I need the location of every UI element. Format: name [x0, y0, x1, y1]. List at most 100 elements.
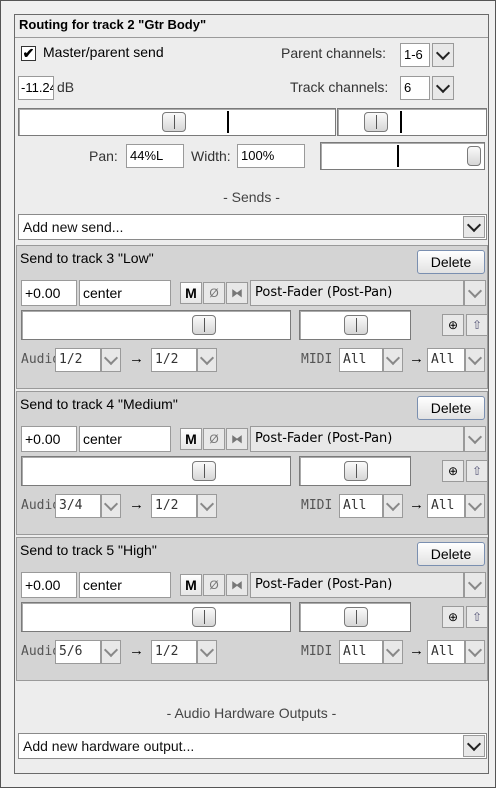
parent-channels-dropdown-icon[interactable] — [432, 43, 454, 67]
delete-send-button[interactable]: Delete — [417, 250, 485, 274]
send-volume-input[interactable]: +0.00 — [21, 280, 77, 306]
send-pan-knob[interactable] — [344, 315, 368, 335]
send-mode-select[interactable]: Post-Fader (Post-Pan) — [250, 280, 464, 306]
send-envelope-icon[interactable]: ⊕ — [442, 314, 464, 336]
send-pan-knob[interactable] — [344, 461, 368, 481]
send-mode-chevron-icon[interactable] — [464, 280, 486, 306]
midi-arrow-icon: → — [409, 496, 424, 513]
send-title: Send to track 3 "Low" — [20, 250, 154, 266]
master-send-checkbox[interactable]: ✔ — [21, 46, 36, 61]
parent-channels-value[interactable]: 1-6 — [400, 43, 430, 67]
midi-src-chevron-icon[interactable] — [383, 640, 403, 664]
delete-send-button[interactable]: Delete — [417, 396, 485, 420]
midi-src-select[interactable]: All — [339, 348, 383, 372]
track-channels-dropdown-icon[interactable] — [432, 76, 454, 100]
send-pan-input[interactable]: center — [79, 572, 171, 598]
add-hardware-output-dropdown[interactable]: Add new hardware output... — [18, 733, 487, 759]
send-volume-slider[interactable] — [21, 602, 291, 632]
send-mode-chevron-icon[interactable] — [464, 426, 486, 452]
midi-src-select[interactable]: All — [339, 494, 383, 518]
send-pan-slider[interactable] — [299, 602, 411, 632]
send-volume-knob[interactable] — [192, 315, 216, 335]
width-center-mark — [397, 145, 399, 167]
add-hardware-output-chevron-icon[interactable] — [463, 735, 485, 757]
send-volume-knob[interactable] — [192, 607, 216, 627]
track-channels-value[interactable]: 6 — [400, 76, 430, 100]
add-send-placeholder: Add new send... — [23, 219, 124, 235]
send-title: Send to track 5 "High" — [20, 542, 157, 558]
master-volume-slider[interactable] — [18, 108, 336, 136]
midi-dst-chevron-icon[interactable] — [465, 348, 485, 372]
mute-button[interactable]: M — [180, 428, 202, 450]
audio-src-chevron-icon[interactable] — [101, 494, 121, 518]
send-pan-slider[interactable] — [299, 456, 411, 486]
master-pan-slider[interactable] — [337, 108, 487, 136]
width-slider[interactable] — [320, 142, 485, 170]
send-volume-input[interactable]: +0.00 — [21, 572, 77, 598]
audio-src-select[interactable]: 5/6 — [55, 640, 101, 664]
send-volume-slider[interactable] — [21, 456, 291, 486]
send-volume-knob[interactable] — [192, 461, 216, 481]
midi-dst-select[interactable]: All — [427, 494, 465, 518]
send-up-icon[interactable]: ⇧ — [466, 314, 488, 336]
audio-dst-chevron-icon[interactable] — [197, 640, 217, 664]
audio-dst-chevron-icon[interactable] — [197, 494, 217, 518]
pan-input[interactable]: 44%L — [126, 144, 184, 168]
send-pan-input[interactable]: center — [79, 280, 171, 306]
send-volume-input[interactable]: +0.00 — [21, 426, 77, 452]
delete-send-button[interactable]: Delete — [417, 542, 485, 566]
audio-dst-select[interactable]: 1/2 — [151, 640, 197, 664]
phase-invert-icon[interactable]: Ø — [203, 282, 225, 304]
send-mode-chevron-icon[interactable] — [464, 572, 486, 598]
pan-knob[interactable] — [364, 112, 388, 132]
width-knob[interactable] — [467, 146, 481, 166]
send-pan-input[interactable]: center — [79, 426, 171, 452]
add-send-chevron-icon[interactable] — [463, 216, 485, 238]
phase-invert-icon[interactable]: Ø — [203, 574, 225, 596]
mute-button[interactable]: M — [180, 574, 202, 596]
audio-dst-select[interactable]: 1/2 — [151, 494, 197, 518]
midi-src-chevron-icon[interactable] — [383, 494, 403, 518]
master-volume-input[interactable]: -11.24 — [18, 76, 54, 100]
volume-unity-mark — [227, 111, 229, 133]
send-mode-select[interactable]: Post-Fader (Post-Pan) — [250, 572, 464, 598]
add-hardware-output-placeholder: Add new hardware output... — [23, 738, 195, 754]
midi-arrow-icon: → — [409, 642, 424, 659]
phase-invert-icon[interactable]: Ø — [203, 428, 225, 450]
parent-channels-label: Parent channels: — [281, 45, 387, 61]
mono-stereo-icon[interactable]: ⧓ — [226, 428, 248, 450]
send-pan-knob[interactable] — [344, 607, 368, 627]
add-send-dropdown[interactable]: Add new send... — [18, 214, 487, 240]
send-volume-slider[interactable] — [21, 310, 291, 340]
send-envelope-icon[interactable]: ⊕ — [442, 606, 464, 628]
volume-knob[interactable] — [162, 112, 186, 132]
audio-src-select[interactable]: 3/4 — [55, 494, 101, 518]
mute-button[interactable]: M — [180, 282, 202, 304]
sends-header: - Sends - — [223, 189, 280, 205]
midi-src-select[interactable]: All — [339, 640, 383, 664]
audio-src-select[interactable]: 1/2 — [55, 348, 101, 372]
title-divider — [15, 37, 488, 38]
send-pan-slider[interactable] — [299, 310, 411, 340]
midi-src-chevron-icon[interactable] — [383, 348, 403, 372]
send-mode-select[interactable]: Post-Fader (Post-Pan) — [250, 426, 464, 452]
mono-stereo-icon[interactable]: ⧓ — [226, 282, 248, 304]
mono-stereo-icon[interactable]: ⧓ — [226, 574, 248, 596]
midi-dst-chevron-icon[interactable] — [465, 640, 485, 664]
send-up-icon[interactable]: ⇧ — [466, 606, 488, 628]
hardware-outputs-header: - Audio Hardware Outputs - — [166, 705, 337, 721]
audio-dst-select[interactable]: 1/2 — [151, 348, 197, 372]
midi-dst-select[interactable]: All — [427, 348, 465, 372]
width-input[interactable]: 100% — [237, 144, 305, 168]
audio-src-chevron-icon[interactable] — [101, 348, 121, 372]
send-up-icon[interactable]: ⇧ — [466, 460, 488, 482]
midi-dst-chevron-icon[interactable] — [465, 494, 485, 518]
send-envelope-icon[interactable]: ⊕ — [442, 460, 464, 482]
audio-src-chevron-icon[interactable] — [101, 640, 121, 664]
send-panel-3: Send to track 5 "High" Delete +0.00 cent… — [16, 537, 488, 681]
audio-dst-chevron-icon[interactable] — [197, 348, 217, 372]
midi-label: MIDI — [301, 644, 333, 659]
audio-arrow-icon: → — [129, 642, 144, 659]
audio-arrow-icon: → — [129, 496, 144, 513]
midi-dst-select[interactable]: All — [427, 640, 465, 664]
